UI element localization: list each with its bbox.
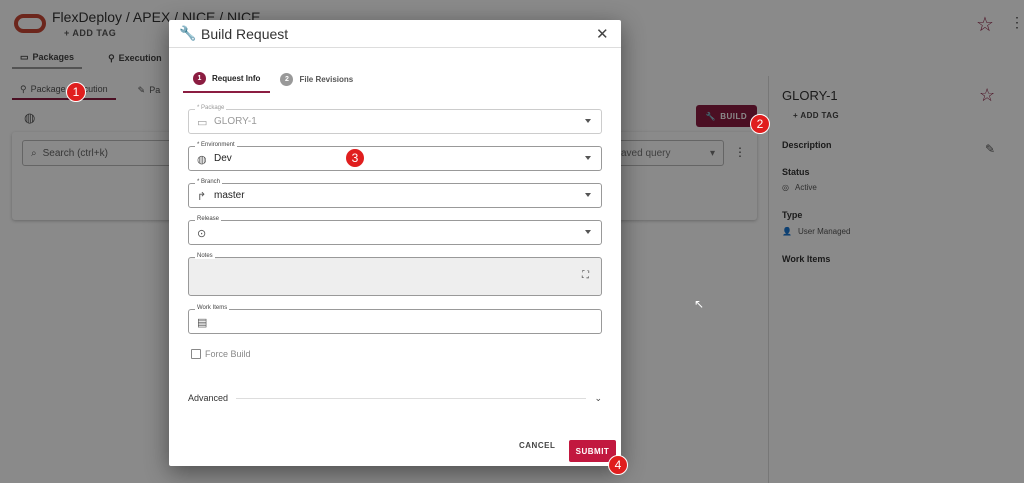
callout-badge: 1 — [66, 82, 86, 102]
work-items-field[interactable]: Work Items ▤ — [188, 305, 602, 334]
step-tabs: 1 Request Info 2 File Revisions — [183, 66, 363, 93]
chevron-down-icon — [585, 119, 591, 123]
chevron-down-icon — [585, 156, 591, 160]
chevron-down-icon: ⌄ — [594, 392, 602, 403]
close-icon[interactable]: ✕ — [596, 25, 609, 43]
dialog-header: 🔧 Build Request ✕ — [169, 20, 621, 48]
clipboard-icon: ▤ — [197, 317, 208, 329]
environment-value: Dev — [214, 153, 232, 164]
expand-icon[interactable]: ⛶ — [582, 270, 589, 281]
notes-label: Notes — [195, 253, 215, 259]
wrench-icon: 🔧 — [179, 25, 197, 41]
step-number: 2 — [280, 73, 294, 86]
callout-badge: 2 — [750, 114, 770, 134]
mouse-cursor-icon: ↖ — [694, 297, 705, 311]
package-label: * Package — [195, 105, 227, 111]
release-select[interactable]: Release ⊙ — [188, 216, 602, 245]
release-icon: ⊙ — [197, 228, 207, 240]
chevron-down-icon — [585, 230, 591, 234]
step-label: Request Info — [212, 74, 261, 83]
checkbox-icon — [191, 349, 201, 359]
package-value: GLORY-1 — [214, 116, 257, 127]
branch-select[interactable]: * Branch ↱ master — [188, 179, 602, 208]
step-file-revisions[interactable]: 2 File Revisions — [270, 66, 363, 93]
branch-icon: ↱ — [197, 191, 207, 203]
step-label: File Revisions — [299, 75, 354, 84]
package-field: * Package ▭ GLORY-1 — [188, 105, 602, 134]
step-request-info[interactable]: 1 Request Info — [183, 66, 271, 93]
advanced-label: Advanced — [188, 393, 229, 403]
divider — [236, 397, 587, 399]
advanced-section[interactable]: Advanced ⌄ — [188, 391, 602, 405]
package-icon: ▭ — [197, 117, 208, 129]
notes-field[interactable]: Notes ⛶ — [188, 253, 602, 296]
force-build-label: Force Build — [205, 349, 251, 359]
callout-badge: 4 — [608, 455, 628, 475]
work-items-label: Work Items — [195, 305, 230, 311]
step-number: 1 — [193, 72, 206, 85]
chevron-down-icon — [585, 193, 591, 197]
build-request-dialog: 🔧 Build Request ✕ 1 Request Info 2 File … — [169, 20, 621, 466]
release-label: Release — [195, 216, 222, 222]
dialog-title: Build Request — [201, 26, 289, 42]
branch-value: master — [214, 190, 245, 201]
environment-label: * Environment — [195, 142, 237, 148]
branch-label: * Branch — [195, 179, 223, 185]
globe-icon: ◍ — [197, 154, 207, 166]
cancel-button[interactable]: CANCEL — [519, 441, 555, 450]
environment-select[interactable]: * Environment ◍ Dev — [188, 142, 602, 171]
callout-badge: 3 — [345, 148, 365, 168]
force-build-checkbox[interactable]: Force Build — [191, 349, 251, 359]
